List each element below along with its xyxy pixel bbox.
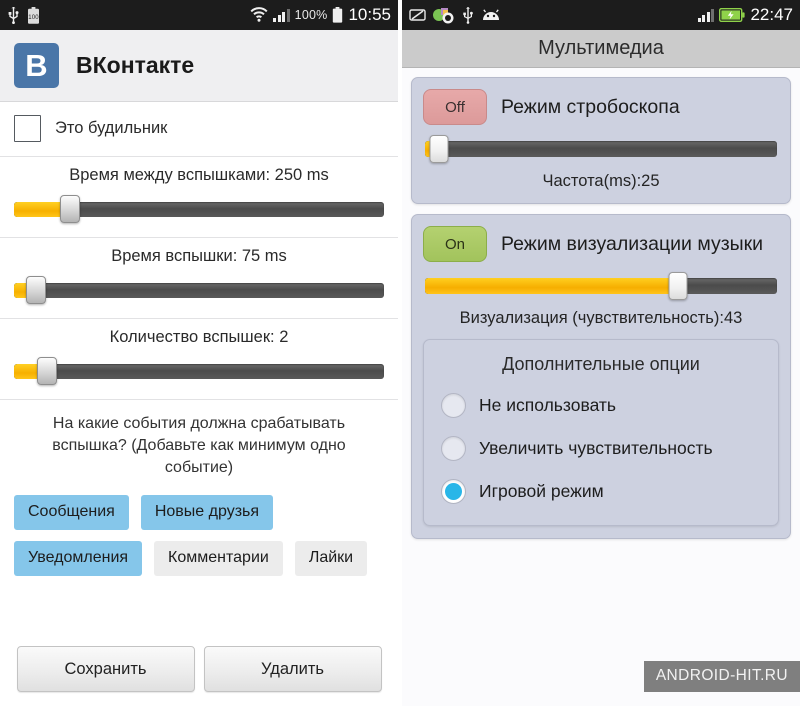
left-status-notification-icons: 100 (7, 6, 40, 24)
alarm-checkbox-label: Это будильник (55, 119, 168, 137)
slider-label-interval: Время между вспышками: 250 ms (69, 166, 329, 184)
multimedia-header-title: Мультимедиа (402, 30, 800, 68)
slider-block-count: Количество вспышек: 2 (0, 319, 398, 400)
radio-option-label: Игровой режим (479, 481, 604, 501)
battery-icon (332, 7, 343, 23)
card-strobe-header: Off Режим стробоскопа (423, 89, 779, 125)
slider-thumb[interactable] (668, 272, 688, 300)
strobe-frequency-caption: Частота(ms):25 (542, 172, 660, 190)
slider-block-duration: Время вспышки: 75 ms (0, 238, 398, 319)
right-clock: 22:47 (750, 5, 793, 24)
additional-options-title: Дополнительные опции (502, 354, 700, 374)
event-chip-comments[interactable]: Комментарии (154, 541, 283, 577)
strobe-frequency-slider[interactable] (425, 135, 777, 163)
slider-thumb[interactable] (59, 195, 80, 223)
slider-thumb[interactable] (26, 276, 47, 304)
card-strobe-mode: Off Режим стробоскопа Частота(ms):25 (411, 77, 791, 204)
left-status-system-icons: 100% 10:55 (250, 5, 391, 25)
page-title: ВКонтакте (76, 52, 195, 78)
slider-thumb[interactable] (429, 135, 449, 163)
vk-logo-icon: B (14, 43, 59, 88)
radio-button-selected[interactable] (441, 479, 466, 504)
slider-track (14, 283, 384, 298)
right-phone-screen: 22:47 Мультимедиа Off Режим стробоскопа … (402, 0, 800, 706)
slider-track (425, 141, 777, 157)
dual-screenshot-container: 100 100% 10:55 B ВКонтакте Это будильник… (0, 0, 800, 706)
left-clock: 10:55 (348, 5, 391, 24)
android-head-icon (481, 8, 501, 22)
radio-option-do-not-use[interactable]: Не использовать (435, 384, 767, 427)
slider-count[interactable] (14, 356, 384, 386)
slider-fill (425, 278, 675, 294)
right-status-system-icons: 22:47 (697, 5, 793, 25)
event-chips-group: Сообщения Новые друзья Уведомления Комме… (0, 495, 398, 577)
left-status-bar: 100 100% 10:55 (0, 0, 398, 30)
card-music-visualization: On Режим визуализации музыки Визуализаци… (411, 214, 791, 539)
left-phone-screen: 100 100% 10:55 B ВКонтакте Это будильник… (0, 0, 398, 706)
delete-button[interactable]: Удалить (203, 646, 382, 692)
event-chip-new-friends[interactable]: Новые друзья (140, 495, 274, 531)
slider-track (14, 364, 384, 379)
save-button[interactable]: Сохранить (16, 646, 195, 692)
slider-block-interval: Время между вспышками: 250 ms (0, 157, 398, 238)
vk-app-header: B ВКонтакте (0, 30, 398, 102)
radio-option-game-mode[interactable]: Игровой режим (435, 470, 767, 513)
wifi-icon (250, 7, 268, 23)
music-visualization-title: Режим визуализации музыки (501, 232, 764, 255)
signal-bars-icon (697, 8, 715, 22)
slider-duration[interactable] (14, 275, 384, 305)
signal-bars-icon (273, 8, 290, 22)
event-chip-likes[interactable]: Лайки (294, 541, 368, 577)
radio-option-label: Не использовать (479, 395, 617, 415)
slider-thumb[interactable] (37, 357, 58, 385)
battery-charging-icon (719, 8, 746, 22)
visualization-sensitivity-caption: Визуализация (чувствительность):43 (459, 309, 743, 327)
alarm-checkbox-row[interactable]: Это будильник (0, 102, 398, 157)
watermark: ANDROID-HIT.RU (643, 661, 800, 692)
radio-button[interactable] (441, 436, 466, 461)
event-chip-messages[interactable]: Сообщения (14, 495, 129, 531)
usb-icon (462, 6, 474, 24)
event-chip-row-1: Сообщения Новые друзья (14, 495, 384, 531)
usb-icon (7, 6, 20, 24)
alarm-checkbox[interactable] (14, 115, 41, 142)
event-chip-row-2: Уведомления Комментарии Лайки (14, 541, 384, 577)
slider-label-count: Количество вспышек: 2 (109, 328, 289, 346)
events-hint-text: На какие события должна срабатывать вспы… (52, 415, 346, 477)
event-chip-notifications[interactable]: Уведомления (14, 541, 143, 577)
radio-option-label: Увеличить чувствительность (479, 438, 713, 458)
action-button-row: Сохранить Удалить (0, 646, 398, 692)
music-visualization-toggle[interactable]: On (423, 226, 487, 262)
battery-percent-label: 100% (294, 8, 328, 22)
slider-label-duration: Время вспышки: 75 ms (111, 247, 287, 265)
svg-text:100: 100 (28, 15, 39, 21)
strobe-mode-title: Режим стробоскопа (501, 95, 680, 118)
right-status-notification-icons (409, 6, 501, 24)
battery-full-100-icon: 100 (27, 6, 40, 24)
radio-option-increase-sensitivity[interactable]: Увеличить чувствительность (435, 427, 767, 470)
apps-cluster-icon (433, 7, 455, 24)
slider-interval[interactable] (14, 194, 384, 224)
card-music-header: On Режим визуализации музыки (423, 226, 779, 262)
strobe-mode-toggle[interactable]: Off (423, 89, 487, 125)
card-additional-options: Дополнительные опции Не использовать Уве… (423, 339, 779, 526)
visualization-sensitivity-slider[interactable] (425, 272, 777, 300)
slider-track (425, 278, 777, 294)
right-status-bar: 22:47 (402, 0, 800, 30)
multimedia-body: Off Режим стробоскопа Частота(ms):25 On … (402, 68, 800, 539)
radio-button[interactable] (441, 393, 466, 418)
mute-pencil-icon (409, 8, 426, 22)
